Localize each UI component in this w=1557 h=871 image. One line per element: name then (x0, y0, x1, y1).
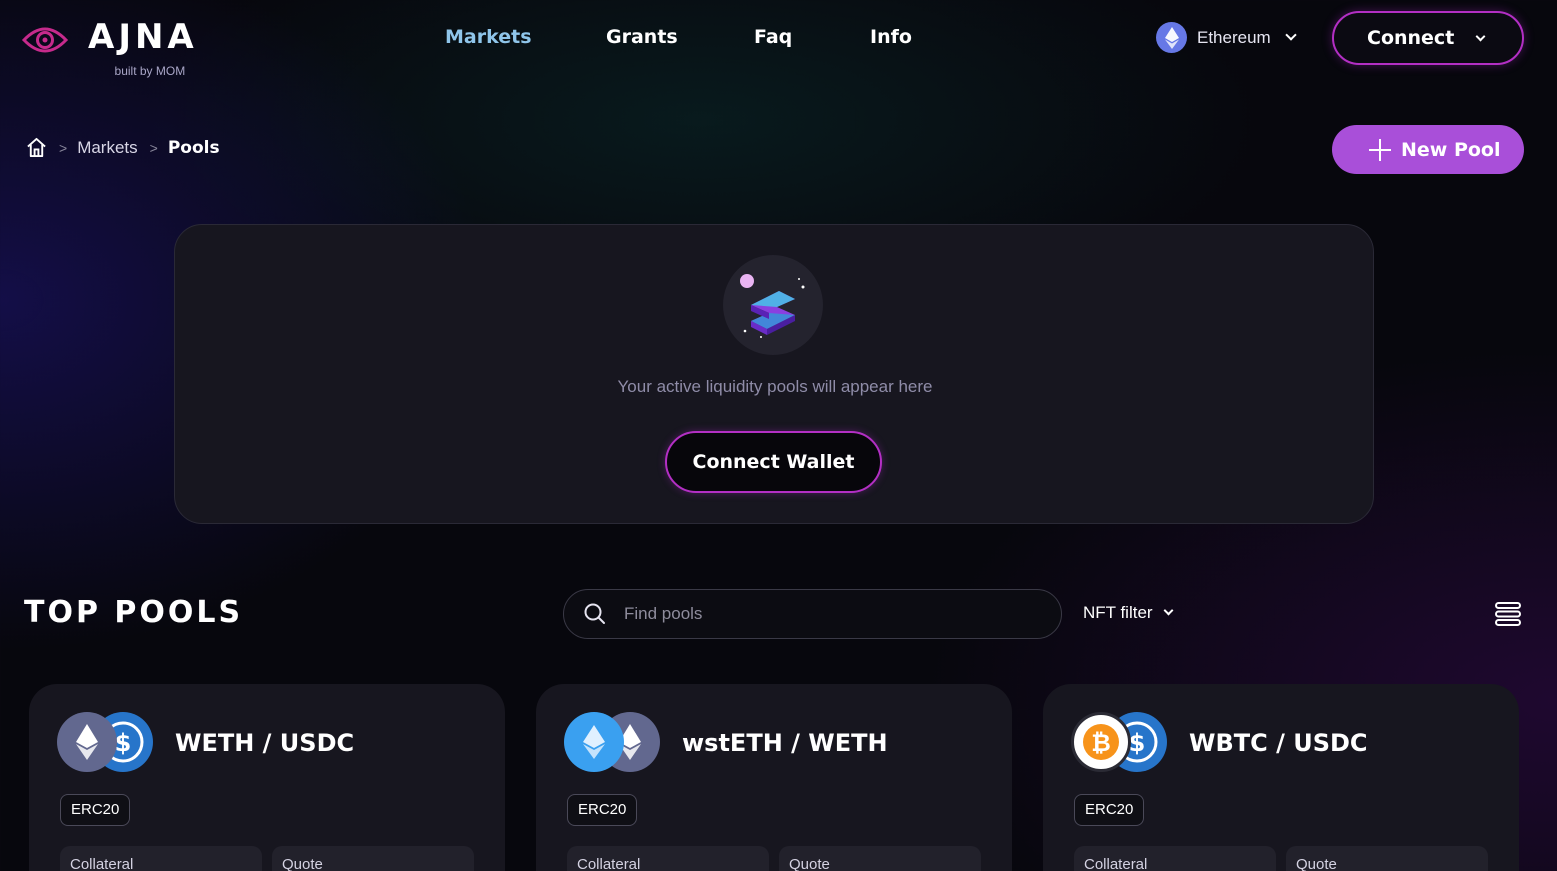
wbtc-icon: ₿ (1071, 712, 1131, 772)
connect-wallet-button[interactable]: Connect Wallet (665, 431, 882, 493)
new-pool-label: New Pool (1401, 138, 1501, 161)
brand-name: AJNA (88, 17, 198, 57)
token-type-badge: ERC20 (567, 794, 638, 826)
pool-card[interactable]: $ WETH / USDC ERC20 Collateral Quote (29, 684, 505, 871)
nft-filter-label: NFT filter (1083, 603, 1153, 622)
quote-box: Quote (1286, 846, 1488, 871)
top-pools-title: TOP POOLS (24, 595, 244, 630)
chevron-down-icon (1163, 605, 1174, 616)
pool-token-icons: $ ₿ (1071, 712, 1167, 774)
breadcrumb: > Markets > Pools (26, 137, 220, 158)
search-icon (584, 603, 605, 624)
plus-icon (1369, 138, 1391, 161)
network-selector[interactable]: Ethereum (1156, 22, 1297, 53)
pool-card[interactable]: wstETH / WETH ERC20 Collateral Quote (536, 684, 1012, 871)
weth-icon (57, 712, 117, 772)
svg-text:₿: ₿ (1091, 729, 1111, 757)
token-type-badge: ERC20 (1074, 794, 1145, 826)
breadcrumb-separator: > (149, 139, 158, 156)
nav-faq[interactable]: Faq (754, 26, 792, 48)
active-pools-empty-card: Your active liquidity pools will appear … (174, 224, 1374, 524)
token-type-badge: ERC20 (60, 794, 131, 826)
ethereum-icon (1156, 22, 1187, 53)
collateral-box: Collateral (1074, 846, 1276, 871)
brand-tagline: built by MOM (114, 64, 186, 78)
search-input[interactable] (624, 604, 1024, 624)
network-label: Ethereum (1197, 27, 1271, 47)
connect-label: Connect (1367, 27, 1455, 49)
quote-box: Quote (272, 846, 474, 871)
pool-name: WBTC / USDC (1189, 729, 1368, 757)
pool-name: wstETH / WETH (682, 729, 888, 757)
nav-grants[interactable]: Grants (606, 26, 678, 48)
pool-card[interactable]: $ ₿ WBTC / USDC ERC20 Collateral Quote (1043, 684, 1519, 871)
chevron-down-icon (1285, 28, 1297, 41)
breadcrumb-markets[interactable]: Markets (77, 138, 137, 158)
new-pool-button[interactable]: New Pool (1332, 125, 1524, 174)
breadcrumb-separator: > (59, 139, 68, 156)
nft-filter-dropdown[interactable]: NFT filter (1083, 603, 1174, 623)
nav-markets[interactable]: Markets (445, 26, 532, 48)
collateral-box: Collateral (567, 846, 769, 871)
collateral-box: Collateral (60, 846, 262, 871)
pool-illustration-icon (723, 255, 823, 355)
nav-info[interactable]: Info (870, 26, 912, 48)
home-icon[interactable] (26, 137, 47, 158)
svg-text:$: $ (1129, 729, 1146, 757)
pool-search (563, 589, 1062, 639)
ajna-logo[interactable]: AJNA built by MOM (22, 18, 198, 78)
breadcrumb-pools: Pools (167, 137, 220, 158)
top-header: AJNA built by MOM Markets Grants Faq Inf… (0, 0, 1557, 90)
wsteth-icon (564, 712, 624, 772)
connect-button[interactable]: Connect (1332, 11, 1524, 65)
eye-logo-icon (22, 27, 68, 53)
quote-box: Quote (779, 846, 981, 871)
empty-state-message: Your active liquidity pools will appear … (617, 377, 933, 396)
svg-text:$: $ (115, 729, 132, 757)
pool-token-icons: $ (57, 712, 153, 774)
list-view-icon[interactable] (1494, 600, 1522, 628)
chevron-down-icon (1475, 31, 1486, 42)
pool-name: WETH / USDC (175, 729, 355, 757)
pool-token-icons (564, 712, 660, 774)
